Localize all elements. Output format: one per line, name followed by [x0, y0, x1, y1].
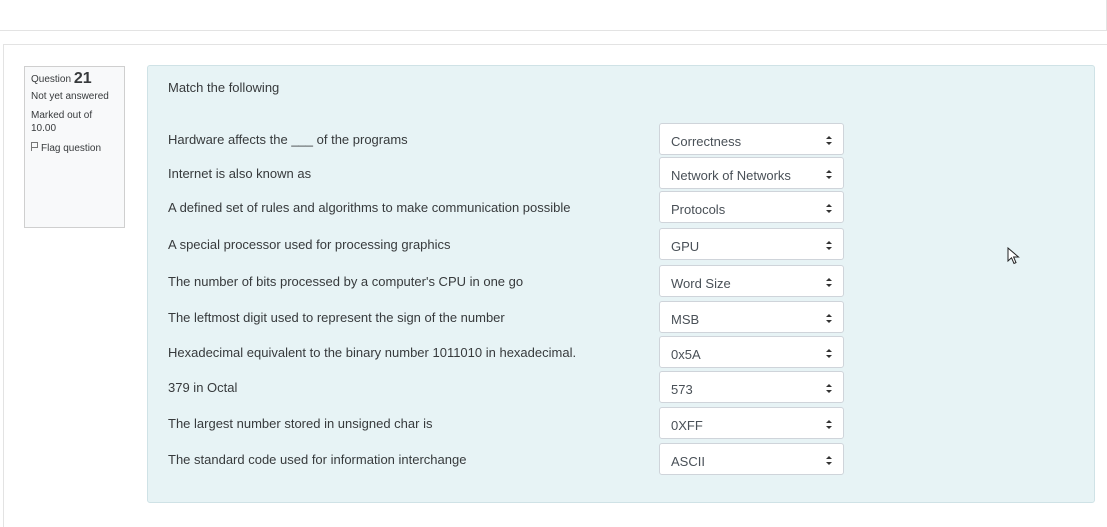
question-number: 21 — [73, 70, 92, 87]
match-stem: The largest number stored in unsigned ch… — [168, 416, 433, 431]
updown-icon — [826, 314, 832, 323]
match-stem: The leftmost digit used to represent the… — [168, 310, 505, 325]
mouse-pointer-icon — [1007, 247, 1020, 265]
match-row: A defined set of rules and algorithms to… — [148, 191, 1096, 234]
answer-select-value: MSB — [671, 312, 700, 327]
match-stem: 379 in Octal — [168, 380, 238, 395]
match-stem: Hardware affects the ___ of the programs — [168, 132, 408, 147]
answer-select[interactable]: GPU — [659, 228, 844, 260]
answer-select[interactable]: 0XFF — [659, 407, 844, 439]
answer-select[interactable]: 0x5A — [659, 336, 844, 368]
answer-select[interactable]: Correctness — [659, 123, 844, 155]
question-content: Match the following Hardware affects the… — [147, 65, 1095, 503]
question-info: Question 21 Not yet answered Marked out … — [24, 66, 125, 228]
previous-question-bottom — [0, 0, 1107, 31]
flag-question-label: Flag question — [41, 143, 102, 154]
updown-icon — [826, 278, 832, 287]
updown-icon — [826, 136, 832, 145]
answer-select-value: GPU — [671, 239, 700, 254]
match-row: The number of bits processed by a comput… — [148, 265, 1096, 308]
match-row: Hardware affects the ___ of the programs… — [148, 123, 1096, 166]
question-status: Not yet answered — [31, 91, 109, 102]
answer-select[interactable]: Protocols — [659, 191, 844, 223]
match-row: Hexadecimal equivalent to the binary num… — [148, 336, 1096, 379]
answer-select-value: Correctness — [671, 134, 742, 149]
flag-icon — [31, 142, 39, 151]
match-stem: The number of bits processed by a comput… — [168, 274, 524, 289]
flag-question-link[interactable]: Flag question — [31, 142, 118, 155]
updown-icon — [826, 170, 832, 179]
answer-select[interactable]: MSB — [659, 301, 844, 333]
question-label: Question — [31, 74, 72, 85]
updown-icon — [826, 456, 832, 465]
answer-select[interactable]: 573 — [659, 371, 844, 403]
answer-select[interactable]: ASCII — [659, 443, 844, 475]
match-row: The largest number stored in unsigned ch… — [148, 407, 1096, 450]
answer-select-value: 0XFF — [671, 418, 703, 433]
match-stem: A defined set of rules and algorithms to… — [168, 200, 571, 215]
question-marks: Marked out of 10.00 — [31, 110, 93, 134]
updown-icon — [826, 384, 832, 393]
match-row: The leftmost digit used to represent the… — [148, 301, 1096, 344]
match-row: 379 in Octal 573 — [148, 371, 1096, 414]
question-prompt: Match the following — [168, 80, 280, 95]
match-row: A special processor used for processing … — [148, 228, 1096, 271]
question-number-line: Question 21 — [31, 70, 118, 87]
match-stem: A special processor used for processing … — [168, 237, 451, 252]
answer-select-value: ASCII — [671, 454, 705, 469]
updown-icon — [826, 204, 832, 213]
match-row: The standard code used for information i… — [148, 443, 1096, 486]
answer-select-value: 573 — [671, 382, 693, 397]
answer-select-value: 0x5A — [671, 347, 701, 362]
updown-icon — [826, 420, 832, 429]
updown-icon — [826, 349, 832, 358]
answer-select[interactable]: Network of Networks — [659, 157, 844, 189]
answer-select[interactable]: Word Size — [659, 265, 844, 297]
match-stem: Hexadecimal equivalent to the binary num… — [168, 345, 577, 360]
answer-select-value: Network of Networks — [671, 168, 791, 183]
answer-select-value: Word Size — [671, 276, 731, 291]
match-stem: The standard code used for information i… — [168, 452, 467, 467]
match-row: Internet is also known as Network of Net… — [148, 157, 1096, 200]
updown-icon — [826, 241, 832, 250]
answer-select-value: Protocols — [671, 202, 726, 217]
match-stem: Internet is also known as — [168, 166, 312, 181]
